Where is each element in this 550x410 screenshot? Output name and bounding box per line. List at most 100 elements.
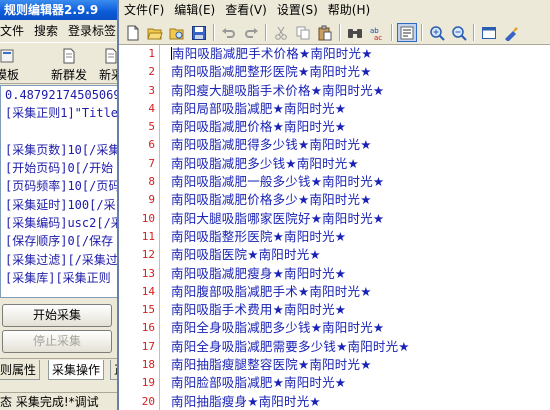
rule-line: [采集编码]usc2[/采 <box>5 216 123 231</box>
paste-icon <box>318 25 332 40</box>
line-number: 1 <box>148 47 155 60</box>
rule-line: [采集正则1]"Title <box>5 106 119 121</box>
save-button[interactable] <box>189 23 209 42</box>
text-line: 南阳吸脂减肥价格多少★南阳时光★ <box>171 192 372 208</box>
line-number: 19 <box>141 376 155 390</box>
text-line: 南阳全身吸脂减肥需要多少钱★南阳时光★ <box>171 338 410 354</box>
text-line: 南阳吸脂减肥价格★南阳时光★ <box>171 119 347 135</box>
rule-line: [采集页数]10[/采集 <box>5 142 121 157</box>
background-app-window: 规则编辑器2.9.9 文件 搜索 登录标签 模板 新群发 新采 0.48792174… <box>0 0 130 410</box>
background-toolbar: 模板 新群发 新采 <box>0 42 130 84</box>
word-wrap-icon <box>400 26 414 39</box>
line-number: 20 <box>141 394 155 408</box>
menu-edit[interactable]: 编辑(E) <box>169 0 220 20</box>
settings-icon <box>505 26 518 41</box>
line-number: 6 <box>148 138 155 152</box>
text-editing-area[interactable]: 南阳吸脂减肥手术价格★南阳时光★ 南阳吸脂减肥整形医院★南阳时光★ 南阳瘦大腿吸脂手… <box>161 45 550 410</box>
background-tabs: 则属性 采集操作 正 <box>0 358 130 380</box>
background-menubar: 文件 搜索 登录标签 <box>0 20 130 42</box>
tab-collect-operation[interactable]: 采集操作 <box>48 360 105 380</box>
text-line: 南阳大腿吸脂哪家医院好★南阳时光★ <box>171 210 385 226</box>
zoom-out-icon <box>452 25 467 41</box>
svg-text:ac: ac <box>374 34 382 41</box>
zoom-in-button[interactable] <box>427 23 447 42</box>
undo-icon <box>222 27 235 38</box>
template-button[interactable]: 模板 <box>0 46 26 82</box>
text-line: 南阳吸脂医院★南阳时光★ <box>171 247 321 263</box>
copy-icon <box>296 26 310 39</box>
text-line: 南阳吸脂减肥瘦身★南阳时光★ <box>171 265 347 281</box>
editor-toolbar: ab ac <box>119 20 550 45</box>
view-button[interactable] <box>479 23 499 42</box>
find-button[interactable] <box>345 23 365 42</box>
save-icon <box>192 25 206 40</box>
line-number: 10 <box>141 211 155 225</box>
line-number: 15 <box>141 303 155 317</box>
rule-line: 0.48792174505069 <box>5 88 121 102</box>
menu-file[interactable]: 文件(F) <box>119 0 169 20</box>
line-number: 16 <box>141 321 155 335</box>
new-mass-send-label: 新群发 <box>50 68 87 82</box>
collect-buttons-area: 开始采集 停止采集 <box>0 298 130 358</box>
background-app-title: 规则编辑器2.9.9 <box>0 0 130 20</box>
redo-button[interactable] <box>241 23 261 42</box>
browse-button[interactable] <box>167 23 187 42</box>
start-collect-button[interactable]: 开始采集 <box>2 304 112 327</box>
text-line: 南阳腹部吸脂减肥手术★南阳时光★ <box>171 283 372 299</box>
rule-line: [采集延时]100[/采 <box>5 197 116 212</box>
line-number: 2 <box>148 65 155 79</box>
stop-collect-button[interactable]: 停止采集 <box>2 330 112 353</box>
tab-rule-properties[interactable]: 则属性 <box>0 360 41 380</box>
line-number: 13 <box>141 266 155 280</box>
background-status-bar: 态 采集完成!*调试 <box>0 392 130 410</box>
word-wrap-button[interactable] <box>397 23 417 42</box>
rule-line: [采集过滤][/采集过 <box>5 252 118 267</box>
line-number: 12 <box>141 248 155 262</box>
open-folder-button[interactable] <box>145 23 165 42</box>
text-line: 南阳吸脂减肥整形医院★南阳时光★ <box>171 64 372 80</box>
text-line: 南阳局部吸脂减肥★南阳时光★ <box>171 100 347 116</box>
settings-button[interactable] <box>501 23 521 42</box>
bg-menu-file[interactable]: 文件 <box>0 20 24 42</box>
copy-button[interactable] <box>293 23 313 42</box>
line-number: 18 <box>141 358 155 372</box>
rule-line: [页码频率]10[/页码 <box>5 179 121 194</box>
open-folder-icon <box>147 28 163 39</box>
text-line: 南阳吸脂减肥一般多少钱★南阳时光★ <box>171 174 385 190</box>
rule-line: [开始页码]0[/开始 <box>5 161 114 176</box>
zoom-out-button[interactable] <box>449 23 469 42</box>
bg-menu-login-tag[interactable]: 登录标签 <box>68 20 116 42</box>
text-line: 南阳瘦大腿吸脂手术价格★南阳时光★ <box>171 82 385 98</box>
text-line: 南阳吸脂减肥得多少钱★南阳时光★ <box>171 137 372 153</box>
line-number-gutter: 123456789101112131415161718192021 <box>119 45 160 410</box>
line-number: 14 <box>141 284 155 298</box>
bg-menu-search[interactable]: 搜索 <box>34 20 58 42</box>
text-line: 南阳吸脂整形医院★南阳时光★ <box>171 228 347 244</box>
cut-button[interactable] <box>271 23 291 42</box>
menu-view[interactable]: 查看(V) <box>220 0 272 20</box>
zoom-in-icon <box>430 25 445 41</box>
undo-button[interactable] <box>219 23 239 42</box>
line-number: 7 <box>148 156 155 170</box>
rule-line: [保存顺序]0[/保存 <box>5 234 114 249</box>
view-icon <box>482 26 496 39</box>
new-mass-send-button[interactable]: 新群发 <box>50 46 88 82</box>
replace-button[interactable]: ab ac <box>367 23 387 42</box>
text-line: 南阳全身吸脂减肥多少钱★南阳时光★ <box>171 320 385 336</box>
paste-button[interactable] <box>315 23 335 42</box>
line-number: 8 <box>148 175 155 189</box>
text-editor-window: 文件(F) 编辑(E) 查看(V) 设置(S) 帮助(H) ab ac 1 2 … <box>117 0 550 410</box>
text-line-content: 南阳吸脂减肥手术价格★南阳时光★ <box>172 46 373 61</box>
new-file-button[interactable] <box>123 23 143 42</box>
menu-settings[interactable]: 设置(S) <box>272 0 323 20</box>
text-line: 南阳吸脂减肥手术价格★南阳时光★ <box>161 45 550 63</box>
new-file-icon <box>127 25 139 40</box>
browse-icon <box>169 28 184 39</box>
template-label: 模板 <box>0 68 19 82</box>
template-icon <box>0 49 14 63</box>
line-number: 3 <box>148 83 155 97</box>
replace-icon: abac <box>370 27 382 41</box>
line-number: 4 <box>148 101 155 115</box>
rule-editor-textarea[interactable]: 0.48792174505069 [采集正则1]"Title [采集页数]10[… <box>0 85 130 298</box>
menu-help[interactable]: 帮助(H) <box>323 0 375 20</box>
